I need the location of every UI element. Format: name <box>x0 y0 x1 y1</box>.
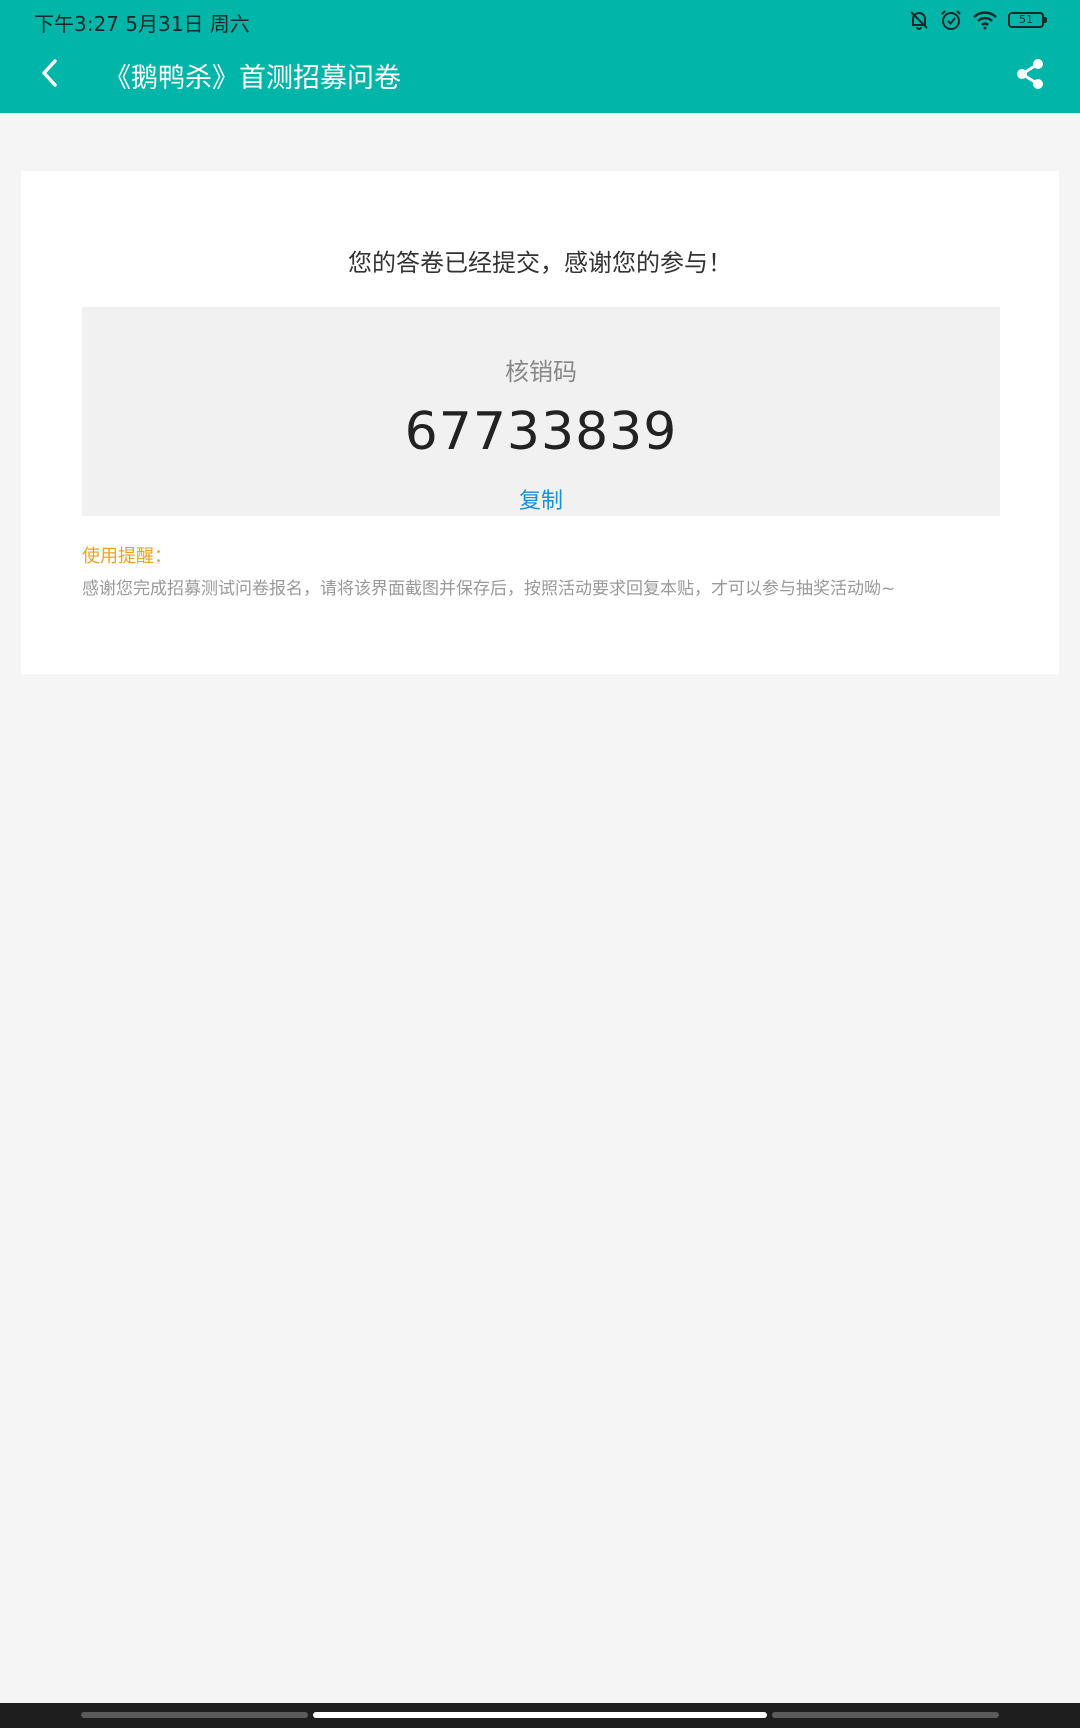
gesture-bar <box>0 1703 1080 1728</box>
back-button[interactable] <box>30 50 70 100</box>
battery-icon: 51 <box>1008 12 1047 28</box>
status-bar: 下午3:27 5月31日 周六 51 <box>0 0 1080 40</box>
share-button[interactable] <box>1008 52 1052 100</box>
reminder-title: 使用提醒： <box>82 546 172 567</box>
gesture-segment-right <box>772 1712 999 1718</box>
bell-muted-icon <box>908 9 930 31</box>
success-message: 您的答卷已经提交，感谢您的参与！ <box>348 249 732 277</box>
reminder-text: 感谢您完成招募测试问卷报名，请将该界面截图并保存后，按照活动要求回复本贴，才可以… <box>82 579 896 599</box>
home-indicator[interactable] <box>313 1712 767 1718</box>
status-icons: 51 <box>908 8 1047 32</box>
code-label: 核销码 <box>505 358 577 386</box>
copy-button[interactable]: 复制 <box>491 483 591 515</box>
chevron-left-icon <box>39 57 61 93</box>
wifi-icon <box>972 9 998 31</box>
page-title: 《鹅鸭杀》首测招募问卷 <box>104 63 401 94</box>
gesture-segment-left <box>81 1712 308 1718</box>
code-panel: 核销码 67733839 复制 <box>82 307 1000 516</box>
result-card: 您的答卷已经提交，感谢您的参与！ 核销码 67733839 复制 使用提醒： 感… <box>21 171 1059 674</box>
app-header: 下午3:27 5月31日 周六 51 《鹅鸭杀》首测招募问卷 <box>0 0 1080 113</box>
share-icon <box>1015 58 1045 94</box>
nav-bar: 《鹅鸭杀》首测招募问卷 <box>0 40 1080 113</box>
alarm-icon <box>940 9 962 31</box>
status-time: 下午3:27 5月31日 周六 <box>34 12 250 36</box>
code-value: 67733839 <box>404 402 678 462</box>
